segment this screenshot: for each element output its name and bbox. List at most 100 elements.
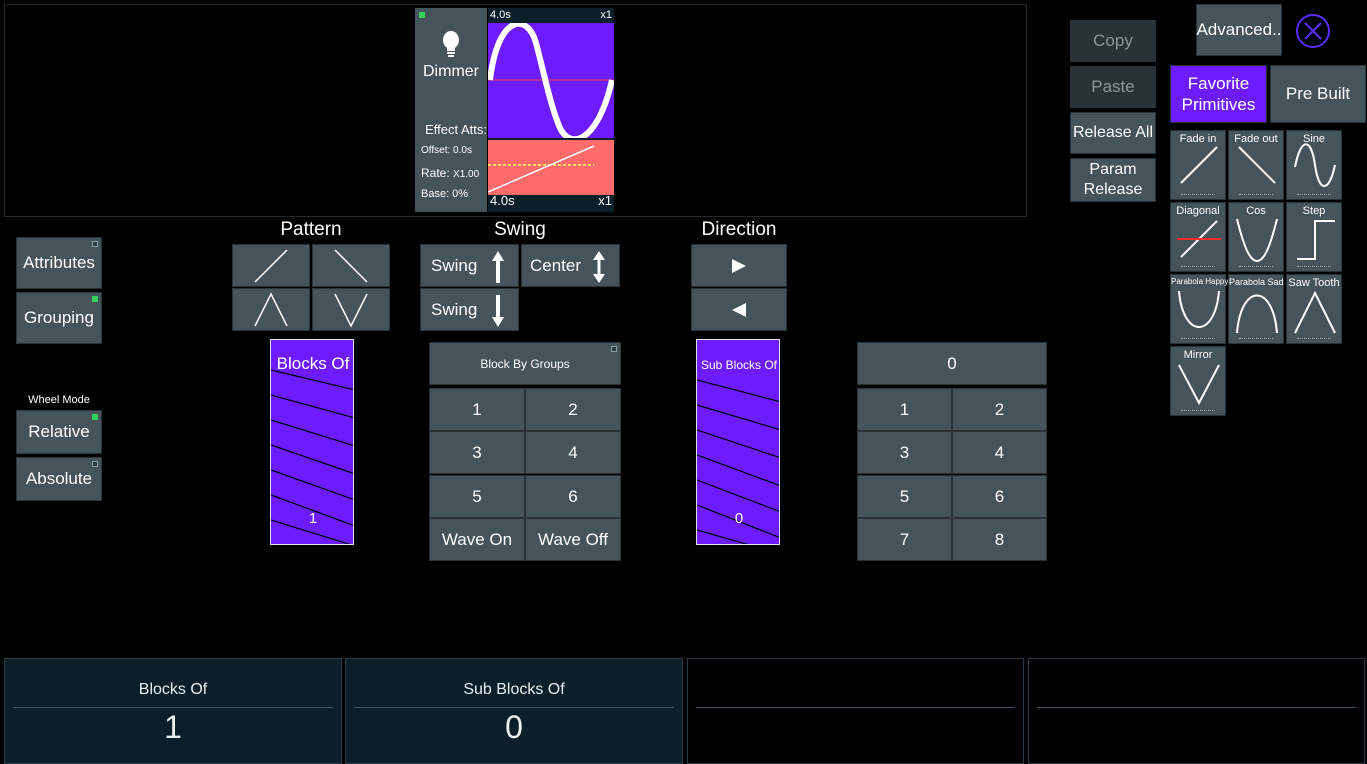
rise-icon bbox=[254, 248, 288, 283]
numpad-key-1[interactable]: 1 bbox=[857, 388, 952, 431]
pattern-valley-button[interactable] bbox=[312, 288, 390, 331]
sine-waveform bbox=[488, 23, 614, 138]
effect-atts-label: Effect Atts: bbox=[425, 122, 487, 137]
encoder-blocks-of[interactable]: Blocks Of 1 bbox=[4, 658, 342, 764]
block-by-groups-button[interactable]: Block By Groups bbox=[429, 342, 621, 385]
primitive-ticks bbox=[1239, 186, 1273, 195]
active-indicator bbox=[419, 12, 425, 18]
grouping-button[interactable]: Grouping bbox=[16, 292, 102, 344]
numpad-key-5[interactable]: 5 bbox=[857, 475, 952, 518]
numpad-key-2[interactable]: 2 bbox=[952, 388, 1047, 431]
absolute-button[interactable]: Absolute bbox=[16, 457, 102, 501]
numpad-key-8[interactable]: 8 bbox=[952, 518, 1047, 561]
primitive-ticks bbox=[1297, 258, 1331, 267]
swing-down-button[interactable]: Swing bbox=[420, 288, 519, 331]
arrow-updown-icon bbox=[593, 251, 605, 283]
primitive-fade-out[interactable]: Fade out bbox=[1228, 130, 1284, 200]
encoder-title: Sub Blocks Of bbox=[463, 681, 565, 698]
encoder-empty-4[interactable] bbox=[1028, 658, 1365, 764]
copy-button[interactable]: Copy bbox=[1070, 20, 1156, 62]
numpad-key-4[interactable]: 4 bbox=[952, 431, 1047, 474]
primitive-step[interactable]: Step bbox=[1286, 202, 1342, 272]
wave-on-button[interactable]: Wave On bbox=[429, 518, 525, 561]
primitive-mirror[interactable]: Mirror bbox=[1170, 346, 1226, 416]
group-key-2[interactable]: 2 bbox=[525, 388, 621, 431]
attributes-indicator bbox=[92, 241, 98, 247]
absolute-label: Absolute bbox=[25, 469, 93, 488]
encoder-value: 1 bbox=[164, 709, 182, 745]
pattern-rise-button[interactable] bbox=[232, 244, 310, 287]
grouping-indicator bbox=[92, 296, 98, 302]
param-release-button[interactable]: Param Release bbox=[1070, 158, 1156, 202]
time-bottom: 4.0s bbox=[490, 193, 515, 208]
encoder-empty-3[interactable] bbox=[687, 658, 1024, 764]
numpad-display: 0 bbox=[857, 342, 1047, 385]
attributes-label: Attributes bbox=[23, 253, 95, 272]
arrow-down-icon bbox=[492, 295, 504, 327]
encoder-divider bbox=[13, 707, 333, 708]
group-key-1[interactable]: 1 bbox=[429, 388, 525, 431]
blocks-of-fader[interactable]: Blocks Of 1 bbox=[270, 339, 354, 545]
fall-icon bbox=[334, 248, 368, 283]
absolute-indicator bbox=[92, 461, 98, 467]
pattern-peak-button[interactable] bbox=[232, 288, 310, 331]
numpad-key-6[interactable]: 6 bbox=[952, 475, 1047, 518]
tab-pre-built[interactable]: Pre Built bbox=[1270, 65, 1366, 123]
close-icon[interactable] bbox=[1295, 13, 1331, 49]
group-key-6[interactable]: 6 bbox=[525, 475, 621, 518]
swing-center-button[interactable]: Center bbox=[521, 244, 620, 287]
mult-top: x1 bbox=[600, 9, 612, 21]
primitive-cos[interactable]: Cos bbox=[1228, 202, 1284, 272]
encoder-divider bbox=[1037, 707, 1356, 708]
primitive-parabola-happy[interactable]: Parabola Happy bbox=[1170, 274, 1228, 344]
ramp-waveform bbox=[488, 140, 614, 195]
numpad-key-7[interactable]: 7 bbox=[857, 518, 952, 561]
rate-label-text: Rate: bbox=[421, 166, 450, 180]
group-key-5[interactable]: 5 bbox=[429, 475, 525, 518]
numpad-key-3[interactable]: 3 bbox=[857, 431, 952, 474]
primitive-parabola-sad[interactable]: Parabola Sad bbox=[1228, 274, 1284, 344]
sub-blocks-of-fader[interactable]: Sub Blocks Of 0 bbox=[696, 339, 780, 545]
tab-favorite-primitives[interactable]: Favorite Primitives bbox=[1170, 65, 1267, 123]
encoder-title: Blocks Of bbox=[138, 681, 208, 698]
primitive-ticks bbox=[1181, 258, 1215, 267]
blocks-of-label: Blocks Of bbox=[276, 354, 350, 373]
primitive-sine[interactable]: Sine bbox=[1286, 130, 1342, 200]
pattern-title: Pattern bbox=[280, 219, 342, 240]
relative-button[interactable]: Relative bbox=[16, 410, 102, 454]
waveform-preview[interactable]: 4.0s x1 4.0s x1 bbox=[488, 8, 614, 212]
block-by-groups-indicator bbox=[611, 346, 617, 352]
arrow-up-icon bbox=[492, 251, 504, 283]
advanced-button[interactable]: Advanced.. bbox=[1196, 4, 1282, 56]
pattern-fall-button[interactable] bbox=[312, 244, 390, 287]
swing-up-label: Swing bbox=[431, 255, 478, 275]
sub-blocks-of-label: Sub Blocks Of bbox=[700, 358, 778, 372]
release-all-button[interactable]: Release All bbox=[1070, 112, 1156, 154]
primitive-ticks bbox=[1239, 330, 1273, 339]
group-key-4[interactable]: 4 bbox=[525, 431, 621, 474]
swing-down-label: Swing bbox=[431, 299, 478, 319]
primitive-saw-tooth[interactable]: Saw Tooth bbox=[1286, 274, 1342, 344]
sub-blocks-of-value: 0 bbox=[734, 510, 744, 527]
encoder-divider bbox=[354, 707, 674, 708]
swing-center-label: Center bbox=[530, 255, 582, 275]
swing-up-button[interactable]: Swing bbox=[420, 244, 519, 287]
primitive-diagonal[interactable]: Diagonal bbox=[1170, 202, 1226, 272]
attribute-preview-panel[interactable]: Dimmer Effect Atts: Offset: 0.0s Rate: X… bbox=[415, 8, 487, 212]
relative-label: Relative bbox=[28, 422, 90, 441]
swing-title: Swing bbox=[494, 219, 546, 240]
wave-off-button[interactable]: Wave Off bbox=[525, 518, 621, 561]
direction-backward-button[interactable] bbox=[691, 288, 787, 331]
relative-indicator bbox=[92, 414, 98, 420]
primitive-ticks bbox=[1297, 330, 1331, 339]
encoder-sub-blocks-of[interactable]: Sub Blocks Of 0 bbox=[345, 658, 683, 764]
direction-forward-button[interactable] bbox=[691, 244, 787, 287]
mult-bottom: x1 bbox=[598, 193, 612, 208]
attributes-button[interactable]: Attributes bbox=[16, 237, 102, 289]
paste-button[interactable]: Paste bbox=[1070, 66, 1156, 108]
base-label: Base: 0% bbox=[421, 188, 469, 200]
block-by-groups-label: Block By Groups bbox=[480, 356, 570, 371]
group-key-3[interactable]: 3 bbox=[429, 431, 525, 474]
valley-icon bbox=[334, 293, 368, 328]
primitive-fade-in[interactable]: Fade in bbox=[1170, 130, 1226, 200]
